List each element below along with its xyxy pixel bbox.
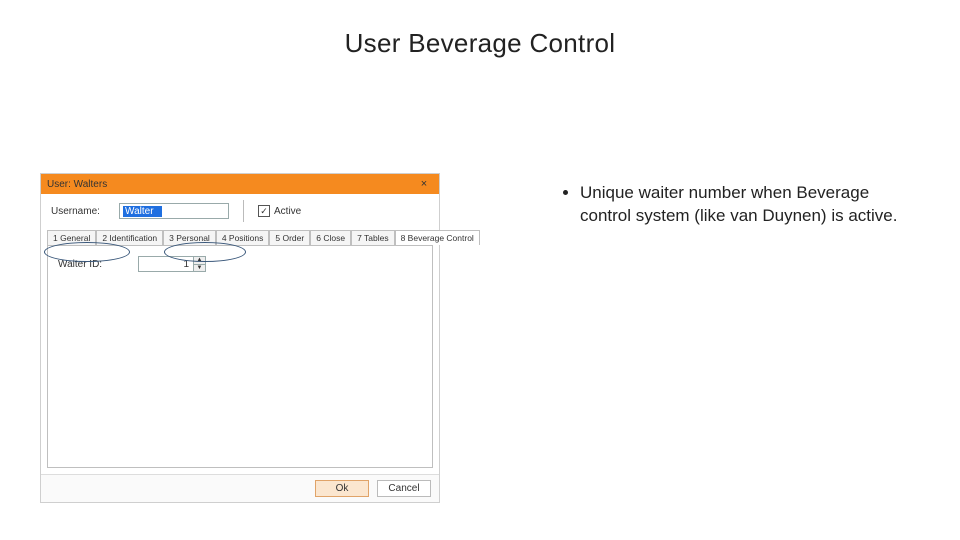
checkbox-icon: ✓ [258,205,270,217]
chevron-up-icon[interactable]: ▲ [194,257,205,265]
waiter-id-stepper[interactable]: 1 ▲ ▼ [138,256,206,272]
active-label: Active [274,206,301,217]
tab-personal[interactable]: 3 Personal [163,230,216,245]
tab-general[interactable]: 1 General [47,230,96,245]
cancel-button[interactable]: Cancel [377,480,431,497]
waiter-id-value: 1 [139,257,193,271]
waiter-id-label: Waiter ID: [58,259,128,270]
separator [243,200,244,222]
dialog-footer: Ok Cancel [41,474,439,502]
dialog-window: User: Walters × Username: Walter ✓ Activ… [40,173,440,503]
username-input[interactable]: Walter [119,203,229,219]
page-title: User Beverage Control [0,28,960,59]
username-label: Username: [51,206,111,217]
tab-identification[interactable]: 2 Identification [96,230,163,245]
waiter-id-row: Waiter ID: 1 ▲ ▼ [58,256,422,272]
tab-tables[interactable]: 7 Tables [351,230,395,245]
tabstrip: 1 General 2 Identification 3 Personal 4 … [41,224,439,245]
description-text: Unique waiter number when Beverage contr… [560,182,900,228]
tab-order[interactable]: 5 Order [269,230,310,245]
close-icon[interactable]: × [415,178,433,190]
titlebar: User: Walters × [41,174,439,194]
username-value: Walter [123,206,162,217]
header-row: Username: Walter ✓ Active [41,194,439,224]
tab-beverage-control[interactable]: 8 Beverage Control [395,230,480,245]
bullet-item: Unique waiter number when Beverage contr… [580,182,900,228]
tab-close[interactable]: 6 Close [310,230,351,245]
spinner-buttons: ▲ ▼ [193,257,205,271]
window-title: User: Walters [47,179,415,190]
chevron-down-icon[interactable]: ▼ [194,265,205,272]
ok-button[interactable]: Ok [315,480,369,497]
tab-panel: Waiter ID: 1 ▲ ▼ [47,245,433,468]
tab-positions[interactable]: 4 Positions [216,230,270,245]
active-checkbox[interactable]: ✓ Active [258,205,301,217]
